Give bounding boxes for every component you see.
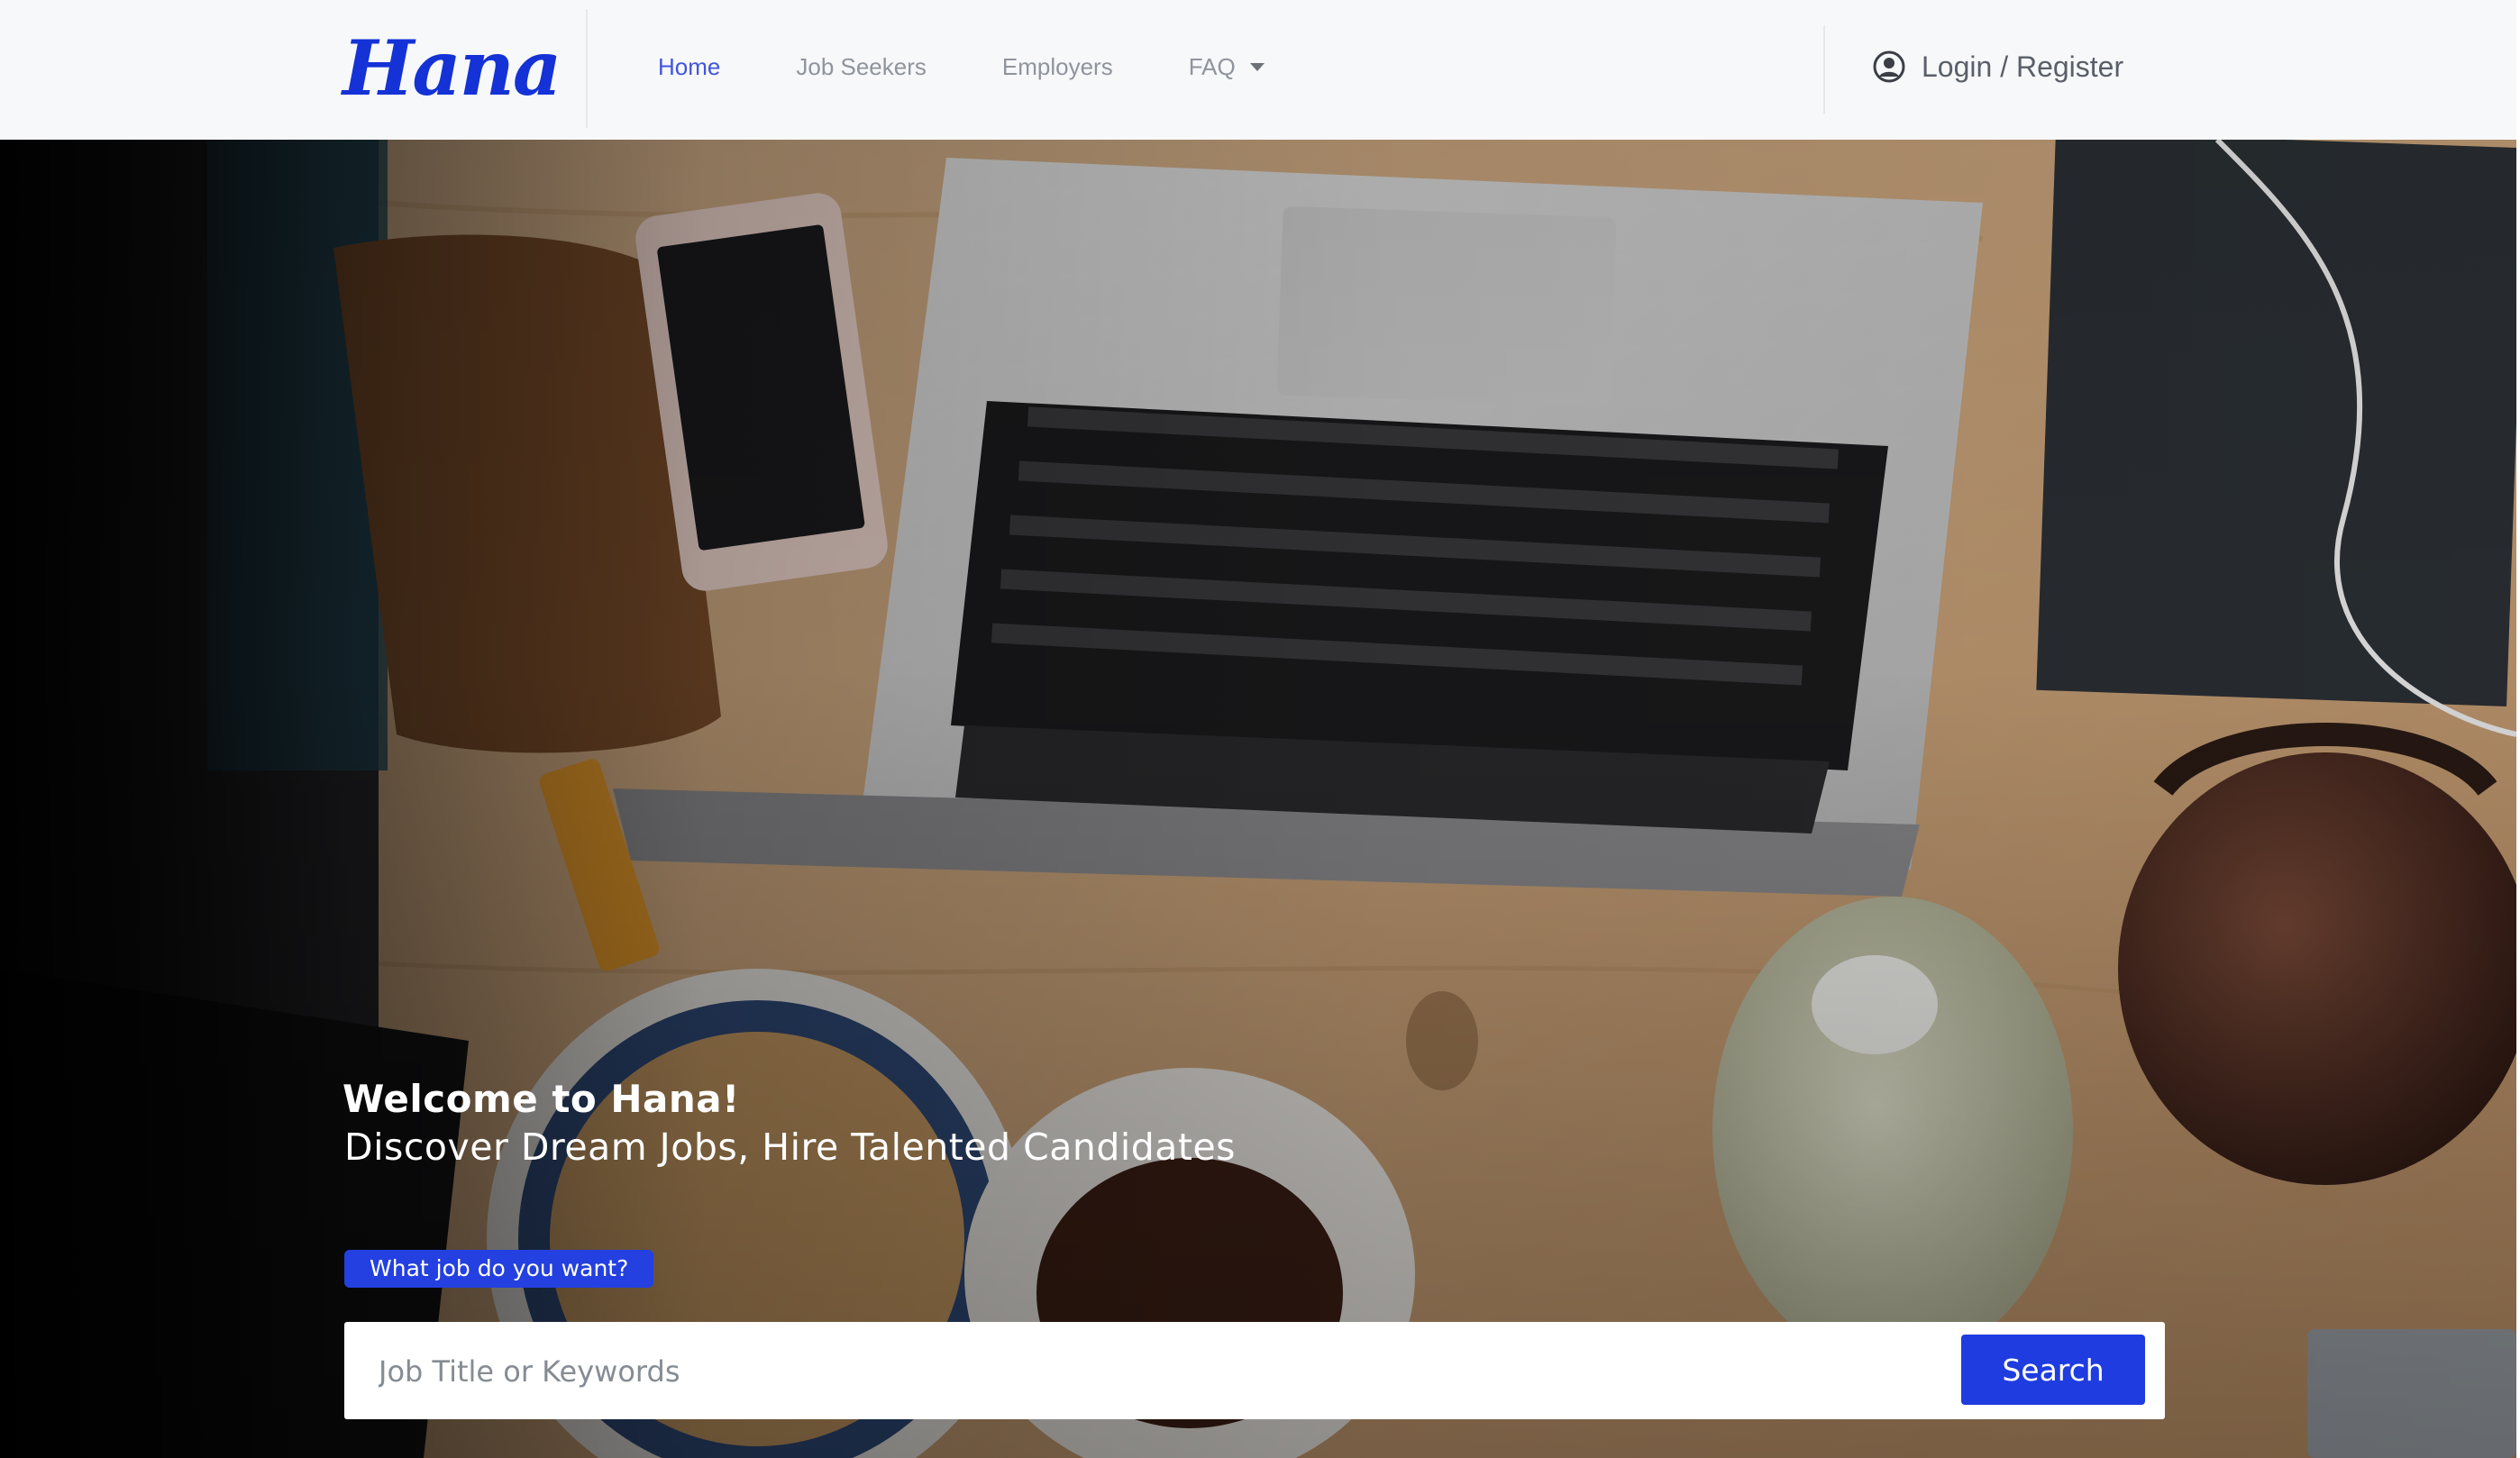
search-button[interactable]: Search <box>1961 1335 2145 1405</box>
nav-link-faq-label: FAQ <box>1188 52 1236 80</box>
login-register-label: Login / Register <box>1922 50 2124 83</box>
job-search-input[interactable] <box>377 1322 1913 1421</box>
brand-logo[interactable]: Hana <box>342 23 562 114</box>
hero-section: Welcome to Hana! Discover Dream Jobs, Hi… <box>0 140 2516 1458</box>
user-circle-icon <box>1873 50 1905 83</box>
nav-link-faq[interactable]: FAQ <box>1189 53 1265 81</box>
page: Hana Home Job Seekers Employers FAQ Logi… <box>0 0 2516 1458</box>
nav-link-job-seekers[interactable]: Job Seekers <box>796 53 927 81</box>
login-register-link[interactable]: Login / Register <box>1873 0 2123 133</box>
hero-title: Welcome to Hana! <box>342 1077 740 1121</box>
job-search-form: Search <box>344 1322 2165 1421</box>
navbar: Hana Home Job Seekers Employers FAQ Logi… <box>0 0 2516 141</box>
hero-subtitle: Discover Dream Jobs, Hire Talented Candi… <box>344 1125 1237 1169</box>
nav-divider <box>586 9 588 128</box>
caret-down-icon <box>1249 62 1265 71</box>
nav-link-home[interactable]: Home <box>658 53 720 81</box>
nav-link-employers[interactable]: Employers <box>1002 53 1113 81</box>
main-nav: Home Job Seekers Employers FAQ <box>658 0 1340 133</box>
nav-divider <box>1823 25 1825 114</box>
search-prompt-badge: What job do you want? <box>344 1250 654 1288</box>
